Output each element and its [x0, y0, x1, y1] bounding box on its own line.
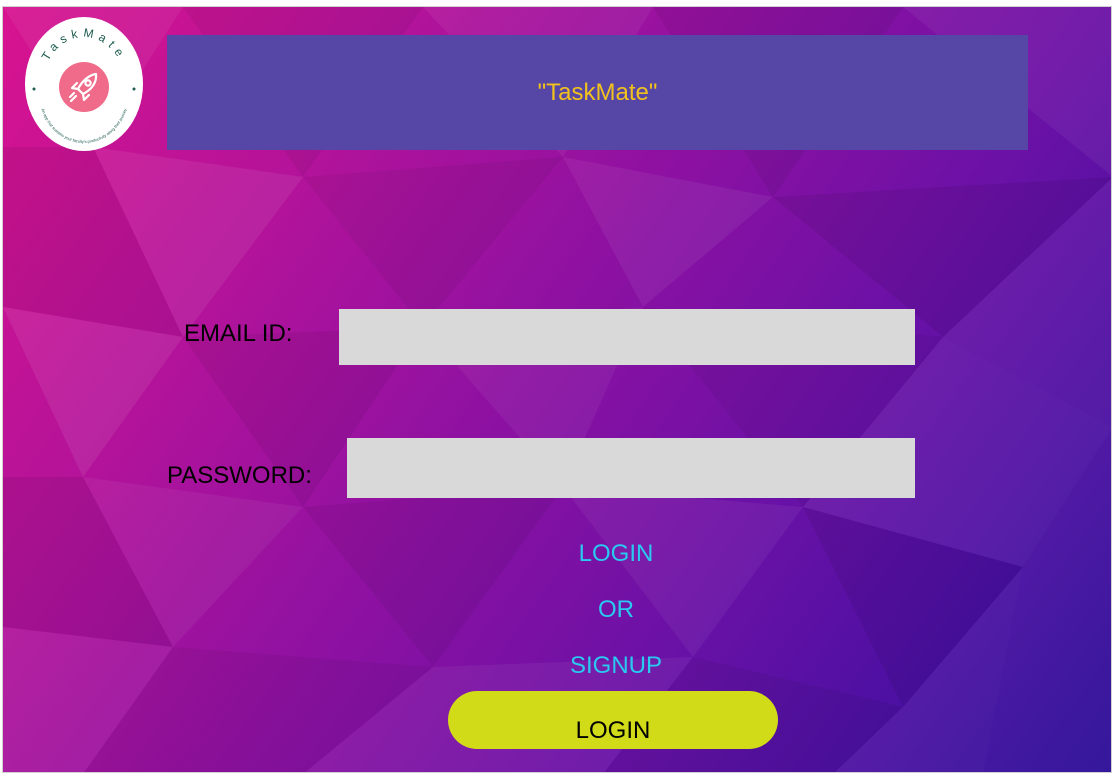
or-separator: OR: [598, 596, 634, 623]
app-title: "TaskMate": [537, 78, 658, 106]
logo-arc-text: TaskMate: [39, 25, 125, 63]
app-header: "TaskMate": [167, 35, 1028, 150]
signup-link[interactable]: SIGNUP: [3, 652, 1111, 680]
svg-text:TaskMate: TaskMate: [39, 25, 130, 63]
svg-text:An app that sustains your facu: An app that sustains your faculty's prod…: [40, 108, 127, 144]
login-link[interactable]: LOGIN: [3, 540, 1111, 568]
logo-tagline: An app that sustains your faculty's prod…: [40, 108, 127, 144]
login-screen: TaskMate An app that sustains your facul…: [2, 6, 1112, 773]
login-button[interactable]: LOGIN: [448, 691, 778, 749]
email-field[interactable]: [339, 309, 915, 365]
password-label: PASSWORD:: [167, 462, 312, 489]
taskmate-logo: TaskMate An app that sustains your facul…: [25, 17, 143, 151]
email-label: EMAIL ID:: [184, 320, 293, 347]
password-field[interactable]: [347, 438, 915, 498]
